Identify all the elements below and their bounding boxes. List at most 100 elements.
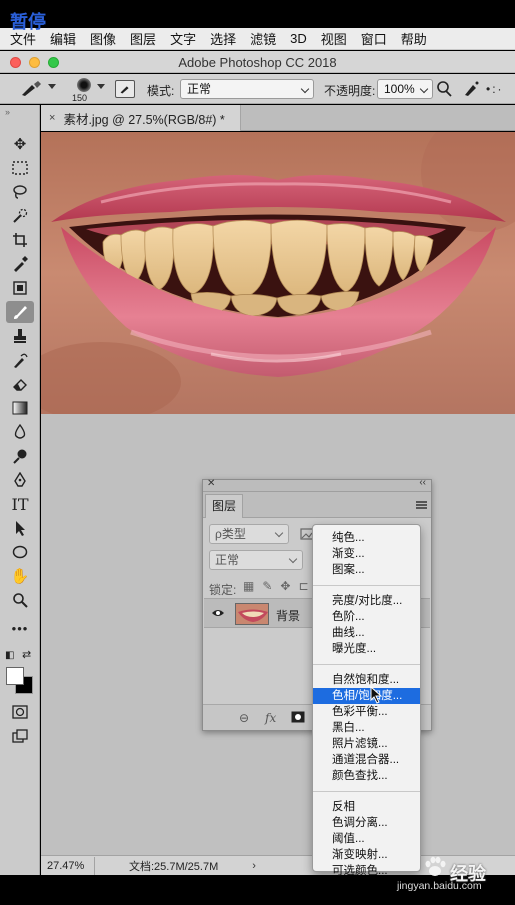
lock-label: 锁定: [209, 583, 237, 597]
gradient-tool-icon[interactable] [6, 397, 34, 419]
menu-item-invert[interactable]: 反相 [313, 799, 420, 815]
document-tab-bar: × 素材.jpg @ 27.5%(RGB/8#) * [41, 105, 515, 131]
app-menubar: 文件 编辑 图像 图层 文字 选择 滤镜 3D 视图 窗口 帮助 [0, 28, 515, 50]
menu-edit[interactable]: 编辑 [50, 29, 76, 48]
airbrush-icon[interactable] [462, 80, 480, 98]
add-mask-icon[interactable] [291, 711, 305, 723]
document-tab[interactable]: × 素材.jpg @ 27.5%(RGB/8#) * [41, 105, 241, 131]
menu-item-levels[interactable]: 色阶... [313, 609, 420, 625]
crop-tool-icon[interactable] [6, 229, 34, 251]
menu-item-channel-mixer[interactable]: 通道混合器... [313, 752, 420, 768]
menu-separator [313, 791, 420, 792]
ellipse-tool-icon[interactable] [6, 541, 34, 563]
marquee-tool-icon[interactable] [6, 157, 34, 179]
brush-tool-icon[interactable] [6, 301, 34, 323]
brush-tip-icon [77, 78, 91, 92]
brush-picker-caret-icon[interactable] [97, 84, 105, 89]
status-menu-arrow-icon[interactable]: › [252, 860, 256, 872]
layers-tab-row: 图层 [203, 492, 431, 518]
window-titlebar: Adobe Photoshop CC 2018 [0, 51, 515, 73]
pen-tool-icon[interactable] [6, 469, 34, 491]
tab-layers[interactable]: 图层 [205, 494, 243, 518]
blur-tool-icon[interactable] [6, 421, 34, 443]
pressure-opacity-icon[interactable] [436, 80, 454, 98]
frame-tool-icon[interactable] [6, 277, 34, 299]
menu-item-color-lookup[interactable]: 颜色查找... [313, 768, 420, 784]
menu-item-posterize[interactable]: 色调分离... [313, 815, 420, 831]
eyedropper-tool-icon[interactable] [6, 253, 34, 275]
menu-item-brightness-contrast[interactable]: 亮度/对比度... [313, 593, 420, 609]
quick-mask-icon[interactable] [6, 701, 34, 723]
screen-mode-icon[interactable] [6, 725, 34, 747]
menu-separator [313, 585, 420, 586]
close-tab-icon[interactable]: × [49, 112, 55, 124]
panel-menu-icon[interactable] [416, 501, 427, 509]
menu-item-photo-filter[interactable]: 照片滤镜... [313, 736, 420, 752]
mouse-pointer-icon [370, 686, 383, 704]
brush-size-value: 150 [72, 93, 88, 103]
menu-item-black-white[interactable]: 黑白... [313, 720, 420, 736]
menu-item-threshold[interactable]: 阈值... [313, 831, 420, 847]
menu-item-vibrance[interactable]: 自然饱和度... [313, 672, 420, 688]
menu-item-hue-saturation[interactable]: 色相/饱和度... [313, 688, 420, 704]
stamp-tool-icon[interactable] [6, 325, 34, 347]
history-brush-tool-icon[interactable] [6, 349, 34, 371]
tool-preset-caret-icon[interactable] [48, 84, 56, 89]
zoom-level-field[interactable]: 27.47% [41, 856, 95, 875]
menu-image[interactable]: 图像 [90, 29, 116, 48]
menu-item-gradient[interactable]: 渐变... [313, 546, 420, 562]
panel-grip-icon[interactable]: ›› [5, 107, 10, 117]
opacity-field[interactable]: 100% [377, 79, 433, 99]
menu-item-curves[interactable]: 曲线... [313, 625, 420, 641]
chevron-down-icon [300, 84, 310, 94]
collapse-panel-icon[interactable]: ‹‹ [419, 477, 426, 488]
menu-select[interactable]: 选择 [210, 29, 236, 48]
menu-item-exposure[interactable]: 曝光度... [313, 641, 420, 657]
options-bar: 150 模式: 正常 不透明度: 100% •:· [0, 74, 515, 104]
link-layers-icon[interactable]: ⊖ [239, 711, 249, 725]
menu-item-pattern[interactable]: 图案... [313, 562, 420, 578]
edit-toolbar-icon[interactable]: ••• [6, 617, 34, 639]
path-selection-tool-icon[interactable] [6, 517, 34, 539]
brush-settings-panel-icon[interactable] [115, 80, 135, 98]
blend-mode-value: 正常 [187, 82, 212, 96]
lasso-tool-icon[interactable] [6, 181, 34, 203]
screen: 暂停 文件 编辑 图像 图层 文字 选择 滤镜 3D 视图 窗口 帮助 Adob… [0, 0, 515, 905]
blend-mode-select[interactable]: 正常 [180, 79, 314, 99]
paw-logo-icon [425, 856, 446, 876]
menu-window[interactable]: 窗口 [361, 29, 387, 48]
window-title: Adobe Photoshop CC 2018 [178, 55, 337, 70]
zoom-tool-icon[interactable] [6, 589, 34, 611]
move-tool-icon[interactable]: ✥ [6, 133, 34, 155]
layer-filter-kind-select[interactable]: ρ类型 [209, 524, 289, 544]
menu-filter[interactable]: 滤镜 [250, 29, 276, 48]
menu-type[interactable]: 文字 [170, 29, 196, 48]
visibility-eye-icon[interactable] [212, 607, 224, 619]
menu-3d[interactable]: 3D [290, 31, 307, 46]
panel-titlebar[interactable]: ✕ ‹‹ [203, 477, 431, 492]
more-options-icon[interactable]: •:· [486, 82, 504, 96]
swap-colors-icon[interactable]: ⇄ [22, 648, 31, 661]
brush-tool-preset-icon[interactable] [18, 80, 46, 98]
quick-selection-tool-icon[interactable] [6, 205, 34, 227]
smile-photo-canvas [41, 132, 515, 414]
baidu-jingyan-watermark: 经验 jingyan.baidu.com [392, 852, 512, 892]
type-tool-icon[interactable]: IT [6, 493, 34, 515]
tools-panel: ›› ✥ IT ✋ ••• ◧ ⇄ [0, 105, 40, 875]
layer-name: 背景 [276, 609, 301, 623]
foreground-color-swatch[interactable] [6, 667, 24, 685]
brush-preset-picker[interactable]: 150 [68, 76, 98, 104]
default-colors-icon[interactable]: ◧ [5, 650, 14, 661]
close-panel-icon[interactable]: ✕ [207, 478, 215, 489]
menu-view[interactable]: 视图 [321, 29, 347, 48]
hand-tool-icon[interactable]: ✋ [6, 565, 34, 587]
menu-help[interactable]: 帮助 [401, 29, 427, 48]
menu-layer[interactable]: 图层 [130, 29, 156, 48]
eraser-tool-icon[interactable] [6, 373, 34, 395]
dodge-tool-icon[interactable] [6, 445, 34, 467]
menu-item-solid-color[interactable]: 纯色... [313, 530, 420, 546]
lock-options-icons[interactable]: ▦✎✥⊏ [243, 579, 317, 593]
layer-style-fx-icon[interactable]: fx [265, 711, 276, 725]
layer-blend-mode-select[interactable]: 正常 [209, 550, 303, 570]
menu-item-color-balance[interactable]: 色彩平衡... [313, 704, 420, 720]
